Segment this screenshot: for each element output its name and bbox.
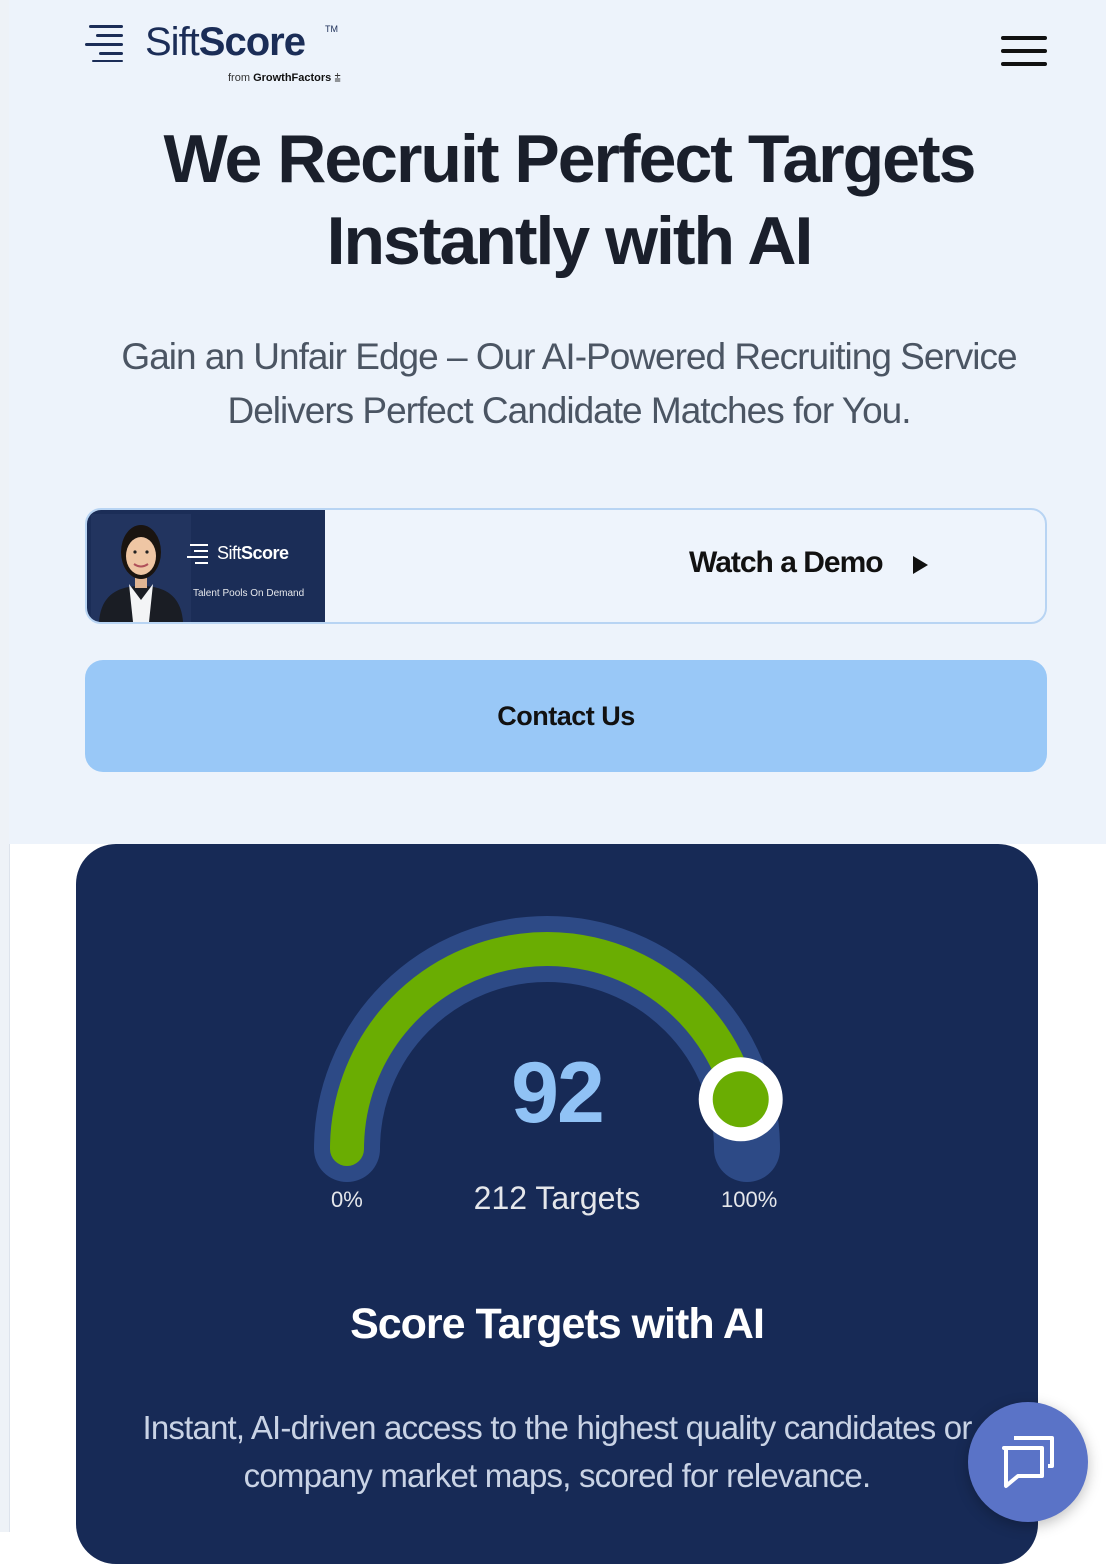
chat-button[interactable] [968, 1402, 1088, 1522]
score-card: 92 0% 100% 212 Targets Score Targets wit… [76, 844, 1038, 1564]
brand-wordmark: SiftScore [145, 20, 306, 64]
hero-section: SiftScore TM from GrowthFactors ⩲ We Rec… [9, 0, 1106, 844]
trademark-symbol: TM [325, 24, 338, 34]
score-card-title: Score Targets with AI [350, 1300, 765, 1348]
contact-us-button[interactable]: Contact Us [85, 660, 1047, 772]
score-card-description: Instant, AI-driven access to the highest… [142, 1409, 972, 1494]
thumbnail-logo-icon [187, 544, 208, 564]
play-icon [913, 556, 928, 574]
hero-subheadline: Gain an Unfair Edge – Our AI-Powered Rec… [121, 336, 1017, 431]
watch-demo-button[interactable]: SiftScore Talent Pools On Demand Watch a… [85, 508, 1047, 624]
watch-demo-label: Watch a Demo [689, 546, 884, 579]
thumbnail-logo: SiftScore [187, 540, 323, 570]
siftscore-logo[interactable]: SiftScore TM from GrowthFactors ⩲ [85, 20, 345, 90]
hamburger-menu-icon[interactable] [1001, 36, 1047, 68]
stacked-lines-logo-icon [85, 25, 123, 62]
contact-us-label: Contact Us [497, 701, 635, 731]
thumbnail-tagline: Talent Pools On Demand [193, 588, 305, 599]
targets-count: 212 Targets [473, 1180, 641, 1216]
chat-bubbles-icon [1002, 1436, 1054, 1488]
score-value: 92 [511, 1045, 605, 1141]
from-growthfactors: from GrowthFactors ⩲ [228, 72, 341, 84]
hero-headline: We Recruit Perfect Targets Instantly with… [163, 121, 977, 279]
demo-video-thumbnail: SiftScore Talent Pools On Demand [87, 510, 325, 622]
presenter-avatar [91, 514, 191, 622]
